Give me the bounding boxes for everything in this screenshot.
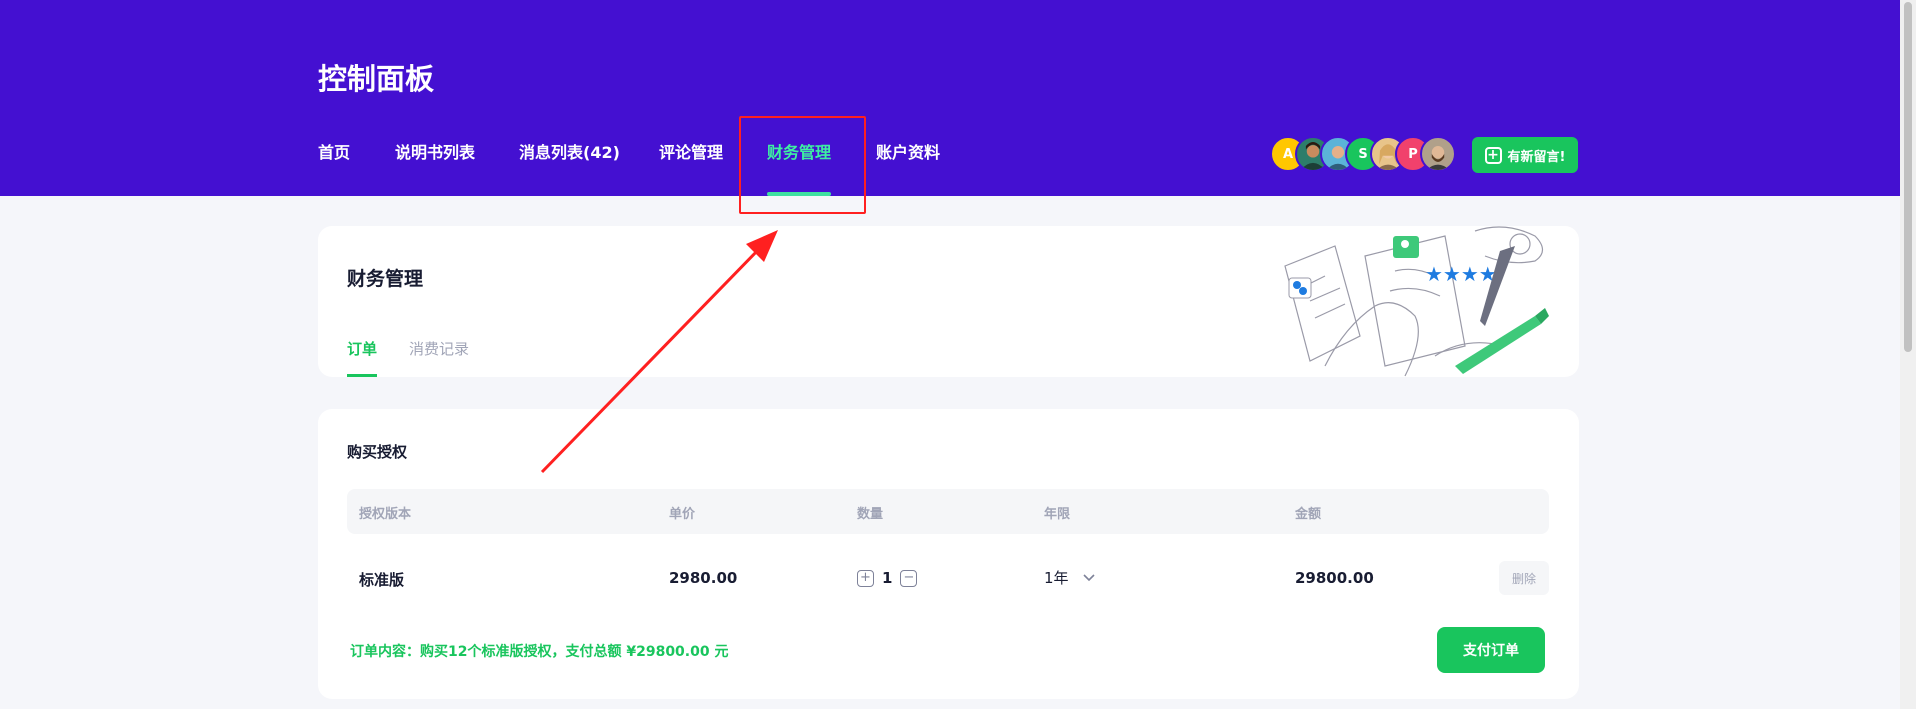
column-version: 授权版本 (359, 507, 412, 522)
table-row: 标准版 2980.00 + 1 − 1年 29800.00 删除 (347, 553, 1549, 603)
nav-item-account[interactable]: 账户资料 (876, 140, 940, 196)
vertical-scrollbar[interactable] (1900, 0, 1916, 709)
column-unit-price: 单价 (669, 507, 696, 522)
duration-value: 1年 (1044, 569, 1069, 587)
annotation-highlight-box (739, 116, 866, 214)
nav-item-comments[interactable]: 评论管理 (659, 140, 723, 196)
delete-button[interactable]: 删除 (1499, 561, 1549, 595)
finance-card: 财务管理 订单 消费记录 ★★★★ (318, 226, 1579, 377)
page-title: 控制面板 (318, 62, 435, 96)
plus-icon: + (1484, 146, 1502, 164)
pay-order-button[interactable]: 支付订单 (1437, 627, 1545, 673)
header: 控制面板 首页 说明书列表 消息列表(42) 评论管理 财务管理 账户资料 A … (0, 0, 1900, 196)
finance-card-title: 财务管理 (347, 268, 424, 290)
duration-select[interactable]: 1年 (1044, 567, 1095, 588)
cell-version: 标准版 (359, 571, 405, 589)
tab-consumption-records[interactable]: 消费记录 (409, 338, 469, 377)
scrollbar-thumb[interactable] (1904, 2, 1912, 352)
review-illustration-icon: ★★★★ (1284, 226, 1549, 377)
order-summary: 订单内容：购买12个标准版授权，支付总额 ¥29800.00 元 (350, 644, 729, 660)
nav-item-messages[interactable]: 消息列表(42) (519, 140, 620, 196)
nav-item-manuals[interactable]: 说明书列表 (395, 140, 475, 196)
quantity-value: 1 (882, 569, 893, 587)
column-duration: 年限 (1044, 507, 1071, 522)
quantity-stepper: + 1 − (857, 569, 918, 587)
decrement-button[interactable]: − (900, 569, 918, 587)
svg-text:★★★★: ★★★★ (1425, 262, 1497, 286)
chevron-down-icon (1082, 573, 1095, 581)
purchase-card: 购买授权 授权版本 单价 数量 年限 金额 标准版 2980.00 + 1 − … (318, 409, 1579, 699)
cell-amount: 29800.00 (1295, 569, 1374, 587)
new-message-button[interactable]: + 有新留言! (1472, 137, 1578, 173)
avatar[interactable] (1420, 136, 1456, 172)
increment-button[interactable]: + (857, 569, 874, 587)
nav-item-home[interactable]: 首页 (318, 140, 350, 196)
new-message-label: 有新留言! (1507, 149, 1566, 165)
cell-unit-price: 2980.00 (669, 569, 738, 587)
person-photo-icon (1426, 146, 1450, 170)
column-amount: 金额 (1295, 507, 1322, 522)
tab-orders[interactable]: 订单 (347, 338, 378, 377)
purchase-title: 购买授权 (347, 443, 408, 461)
table-header: 授权版本 单价 数量 年限 金额 (347, 489, 1549, 534)
column-quantity: 数量 (857, 507, 884, 522)
